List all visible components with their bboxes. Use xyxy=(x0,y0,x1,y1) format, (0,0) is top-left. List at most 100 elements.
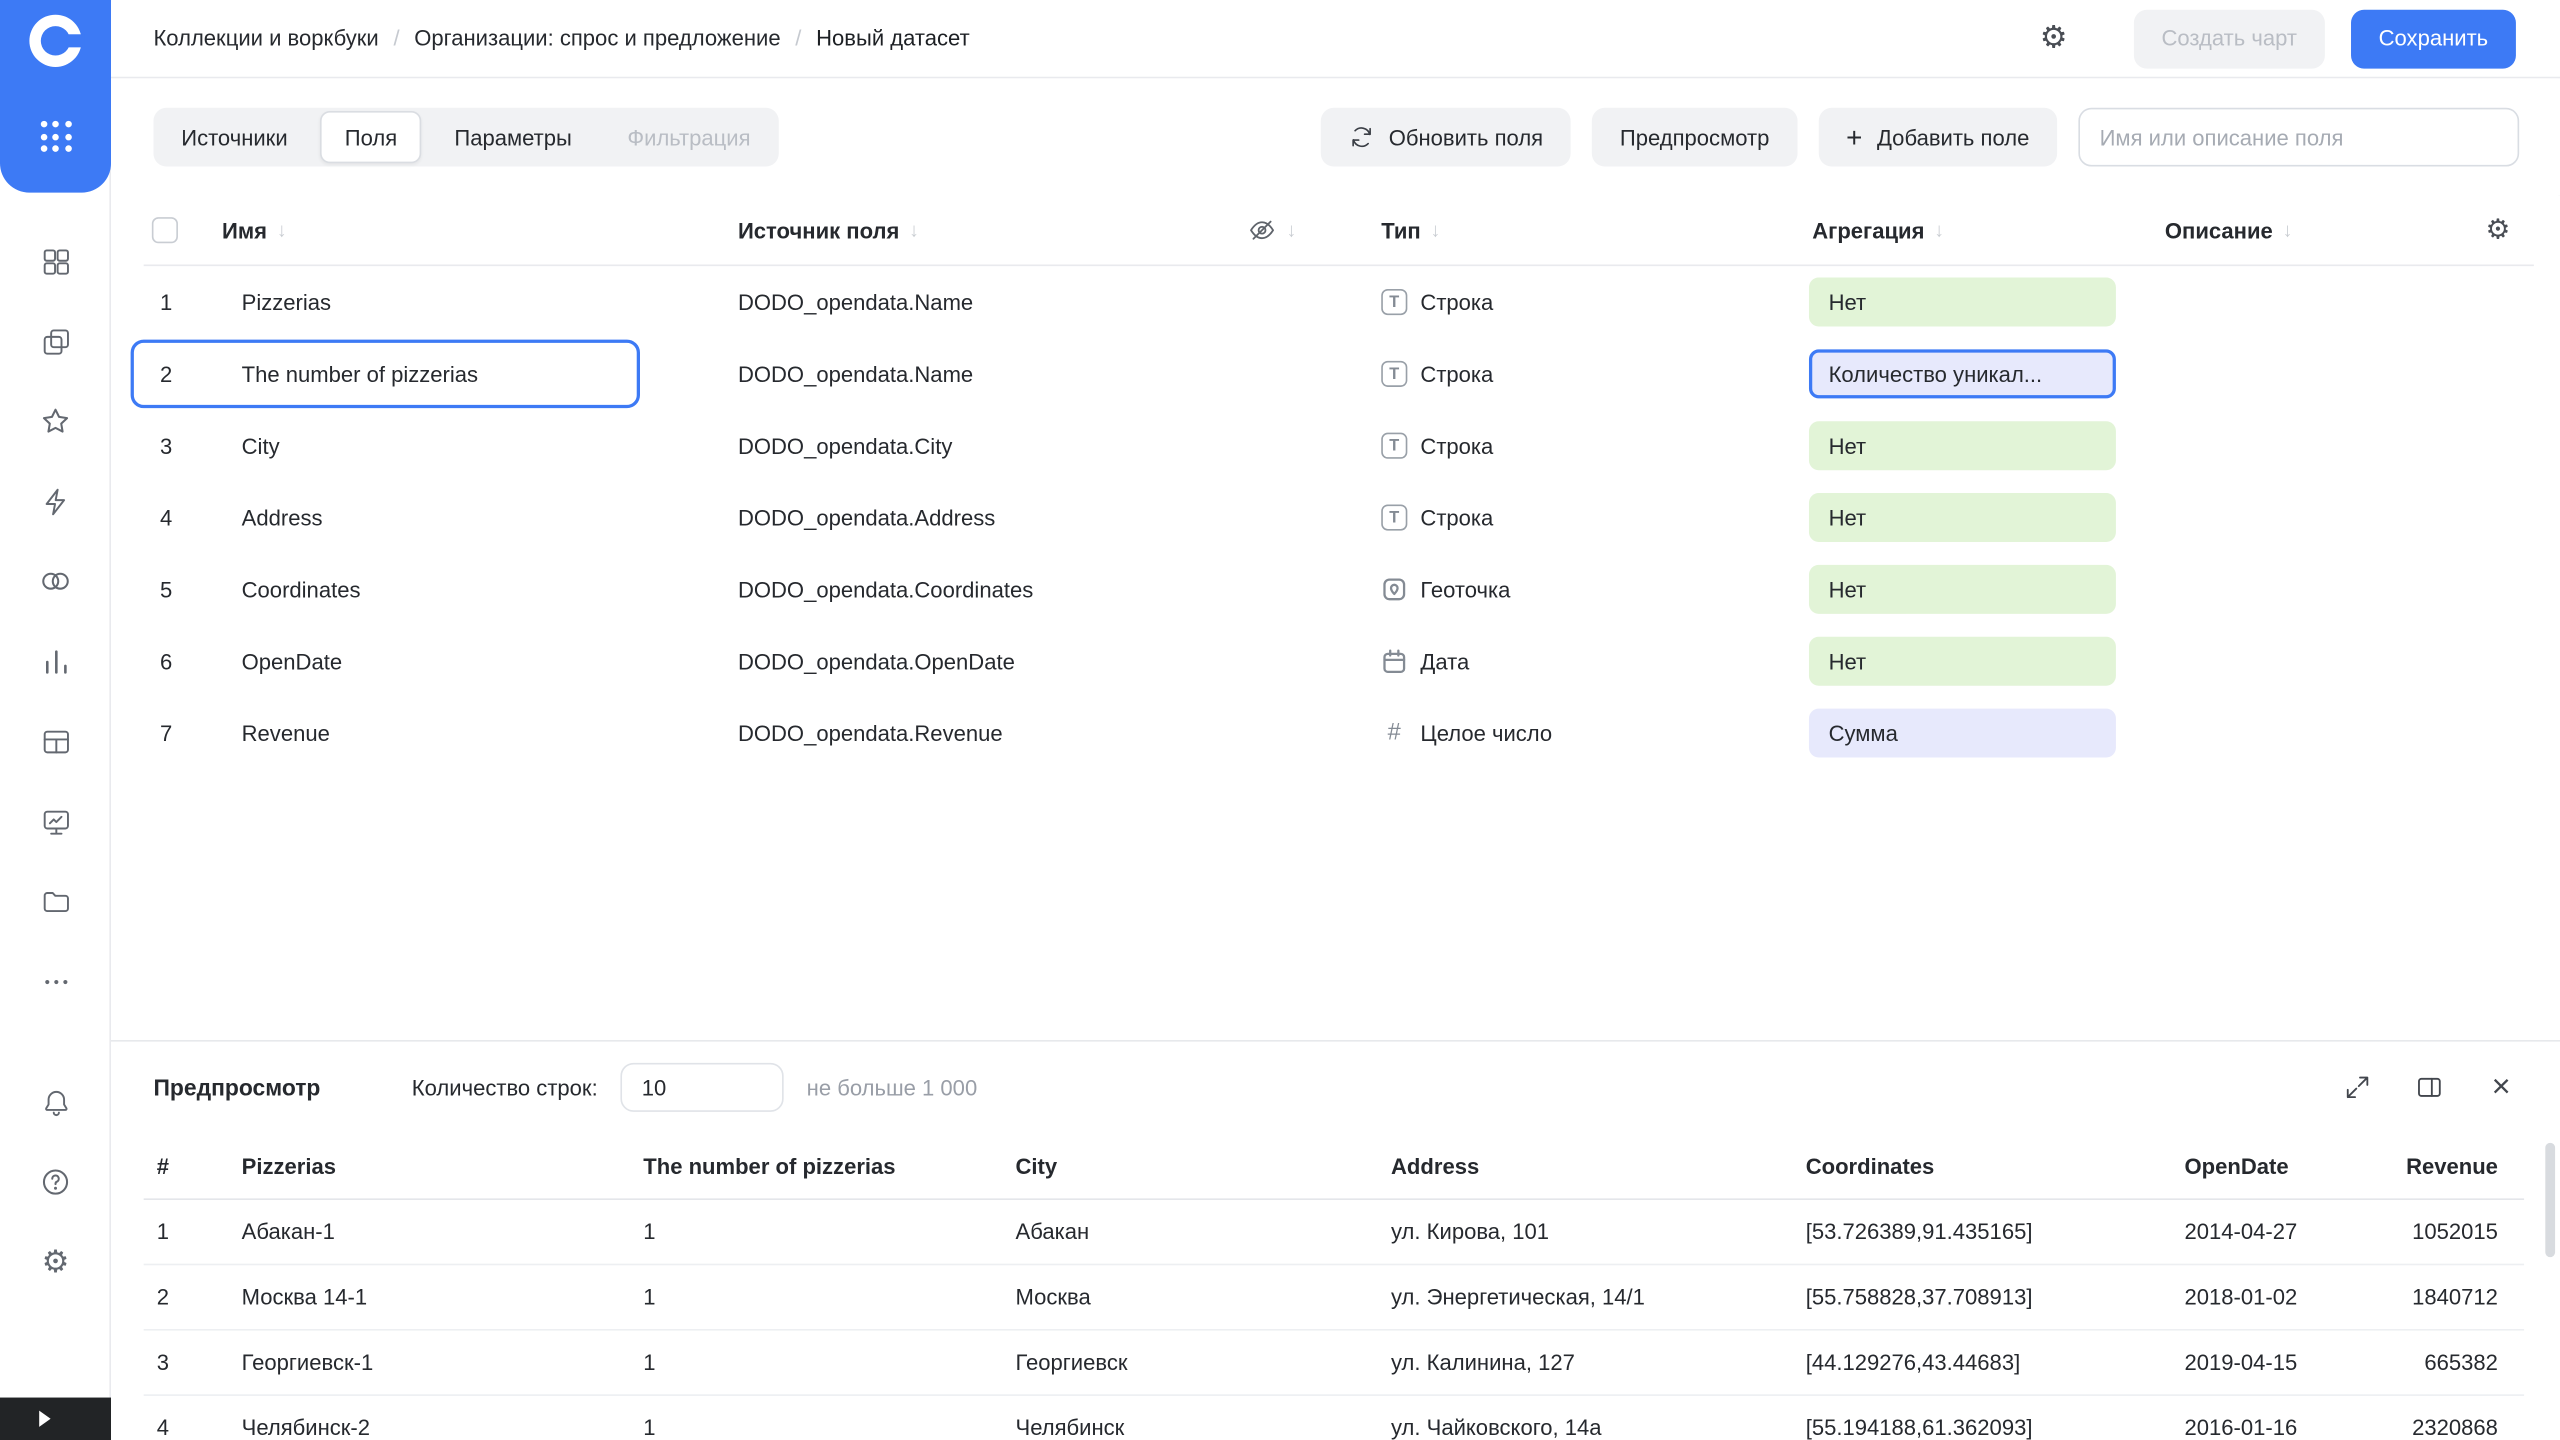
preview-actions: × xyxy=(2341,1071,2517,1104)
field-type-cell[interactable]: # Целое число xyxy=(1368,720,1799,746)
add-field-label: Добавить поле xyxy=(1877,124,2030,150)
aggregation-select[interactable]: Нет xyxy=(1808,636,2116,686)
add-field-button[interactable]: + Добавить поле xyxy=(1818,107,2058,167)
field-name-cell[interactable]: Address xyxy=(209,505,731,529)
field-row-selected[interactable]: 2 The number of pizzerias DODO_opendata.… xyxy=(130,338,2534,410)
collections-icon[interactable] xyxy=(39,325,72,358)
aggregation-select[interactable]: Нет xyxy=(1808,493,2116,543)
field-aggregation-cell: Нет xyxy=(1799,277,2145,327)
tab-parameters[interactable]: Параметры xyxy=(427,108,600,167)
field-type-label: Строка xyxy=(1420,289,1494,315)
field-name-cell[interactable]: Coordinates xyxy=(209,577,731,601)
tab-sources[interactable]: Источники xyxy=(153,108,315,167)
settings-icon[interactable]: ⚙ xyxy=(39,1246,72,1279)
field-name-cell[interactable]: OpenDate xyxy=(209,649,731,673)
expand-preview-icon[interactable] xyxy=(2341,1071,2374,1104)
help-icon[interactable] xyxy=(39,1166,72,1199)
cell-index: 1 xyxy=(156,1219,170,1245)
string-type-icon: T xyxy=(1381,288,1408,316)
dataset-settings-icon[interactable]: ⚙ xyxy=(2036,20,2072,56)
tab-fields[interactable]: Поля xyxy=(320,111,422,164)
scrollbar-thumb[interactable] xyxy=(2545,1142,2556,1258)
cell-address: ул. Кирова, 101 xyxy=(1391,1219,1550,1245)
expand-panel-button[interactable] xyxy=(0,1397,112,1440)
field-row[interactable]: 6 OpenDate DODO_opendata.OpenDate Дата Н… xyxy=(144,625,2534,697)
field-aggregation-cell: Количество уникал... xyxy=(1799,349,2145,399)
close-preview-icon[interactable]: × xyxy=(2485,1071,2518,1104)
preview-col-opendate: OpenDate xyxy=(2184,1153,2289,1178)
row-number: 2 xyxy=(159,361,173,387)
cell-pizzerias: Абакан-1 xyxy=(241,1219,335,1245)
preview-col-city: City xyxy=(1015,1153,1058,1178)
refresh-icon xyxy=(1348,124,1374,150)
field-type-cell[interactable]: T Строка xyxy=(1368,504,1799,531)
row-count-input[interactable] xyxy=(620,1062,784,1112)
cell-number: 1 xyxy=(643,1350,656,1375)
field-row[interactable]: 7 Revenue DODO_opendata.Revenue # Целое … xyxy=(144,697,2534,769)
storage-icon[interactable] xyxy=(39,885,72,918)
aggregation-select[interactable]: Нет xyxy=(1808,421,2116,471)
select-all-checkbox[interactable] xyxy=(151,217,178,244)
notifications-icon[interactable] xyxy=(39,1086,72,1119)
cell-opendate: 2014-04-27 xyxy=(2184,1219,2298,1245)
cell-opendate: 2018-01-02 xyxy=(2184,1284,2298,1310)
sidebar: ⚙ xyxy=(0,0,112,1440)
split-view-icon[interactable] xyxy=(2413,1071,2446,1104)
field-type-cell[interactable]: T Строка xyxy=(1368,288,1799,316)
preview-button[interactable]: Предпросмотр xyxy=(1592,107,1798,167)
aggregation-select-selected[interactable]: Количество уникал... xyxy=(1808,349,2116,399)
breadcrumb-workbook[interactable]: Организации: спрос и предложение xyxy=(414,26,780,50)
field-name-cell[interactable]: Revenue xyxy=(209,721,731,745)
field-type-cell[interactable]: Геоточка xyxy=(1368,576,1799,602)
refresh-fields-label: Обновить поля xyxy=(1388,124,1544,150)
field-source-cell: DODO_opendata.Coordinates xyxy=(737,577,1034,602)
favorites-icon[interactable] xyxy=(39,405,72,438)
breadcrumb-collections[interactable]: Коллекции и воркбуки xyxy=(153,26,378,50)
tab-filtering: Фильтрация xyxy=(627,124,751,150)
field-type-cell[interactable]: T Строка xyxy=(1368,360,1799,387)
column-header-hidden[interactable]: ↓ xyxy=(1238,216,1369,245)
column-header-description[interactable]: Описание ↓ xyxy=(2145,218,2462,242)
table-settings-icon[interactable]: ⚙ xyxy=(2462,216,2534,244)
preview-table: # Pizzerias The number of pizzerias City… xyxy=(111,1133,2560,1440)
row-number: 6 xyxy=(159,648,173,674)
aggregation-select[interactable]: Нет xyxy=(1808,564,2116,614)
datasets-icon[interactable] xyxy=(39,565,72,598)
dashboards-icon[interactable] xyxy=(39,725,72,758)
field-name-cell[interactable]: Pizzerias xyxy=(209,290,731,314)
save-button[interactable]: Сохранить xyxy=(2350,8,2516,68)
column-header-aggregation-label: Агрегация xyxy=(1812,217,1925,243)
cell-coordinates: [53.726389,91.435165] xyxy=(1805,1219,2033,1245)
preview-col-coordinates: Coordinates xyxy=(1805,1153,1935,1178)
objects-icon[interactable] xyxy=(39,245,72,278)
aggregation-select[interactable]: Сумма xyxy=(1808,708,2116,758)
preview-scrollbar[interactable] xyxy=(2545,1142,2556,1421)
field-row[interactable]: 1 Pizzerias DODO_opendata.Name T Строка … xyxy=(144,266,2534,338)
field-source-cell: DODO_opendata.Name xyxy=(737,361,974,387)
breadcrumb-separator: / xyxy=(795,26,802,51)
refresh-fields-button[interactable]: Обновить поля xyxy=(1320,107,1571,167)
field-name-cell[interactable]: City xyxy=(209,433,731,457)
column-header-description-label: Описание xyxy=(2164,217,2273,243)
aggregation-select[interactable]: Нет xyxy=(1808,277,2116,327)
field-row[interactable]: 3 City DODO_opendata.City T Строка Нет xyxy=(144,410,2534,482)
field-search-input[interactable] xyxy=(2078,107,2520,167)
more-icon[interactable] xyxy=(39,965,72,998)
column-header-aggregation[interactable]: Агрегация ↓ xyxy=(1799,218,2145,242)
column-header-source[interactable]: Источник поля ↓ xyxy=(731,218,1237,242)
field-row[interactable]: 5 Coordinates DODO_opendata.Coordinates … xyxy=(144,553,2534,625)
apps-grid-icon[interactable] xyxy=(39,120,72,152)
field-row[interactable]: 4 Address DODO_opendata.Address T Строка… xyxy=(144,482,2534,554)
cell-coordinates: [44.129276,43.44683] xyxy=(1805,1350,2021,1375)
cell-number: 1 xyxy=(643,1284,656,1310)
field-type-cell[interactable]: T Строка xyxy=(1368,432,1799,459)
field-name-cell[interactable]: The number of pizzerias xyxy=(209,362,731,386)
field-type-cell[interactable]: Дата xyxy=(1368,648,1799,674)
datalens-logo[interactable] xyxy=(29,14,85,67)
column-header-name[interactable]: Имя ↓ xyxy=(209,218,731,242)
connections-icon[interactable] xyxy=(39,485,72,518)
date-type-icon xyxy=(1381,648,1407,674)
editor-icon[interactable] xyxy=(39,805,72,838)
column-header-type[interactable]: Тип ↓ xyxy=(1368,218,1799,242)
charts-icon[interactable] xyxy=(39,645,72,678)
